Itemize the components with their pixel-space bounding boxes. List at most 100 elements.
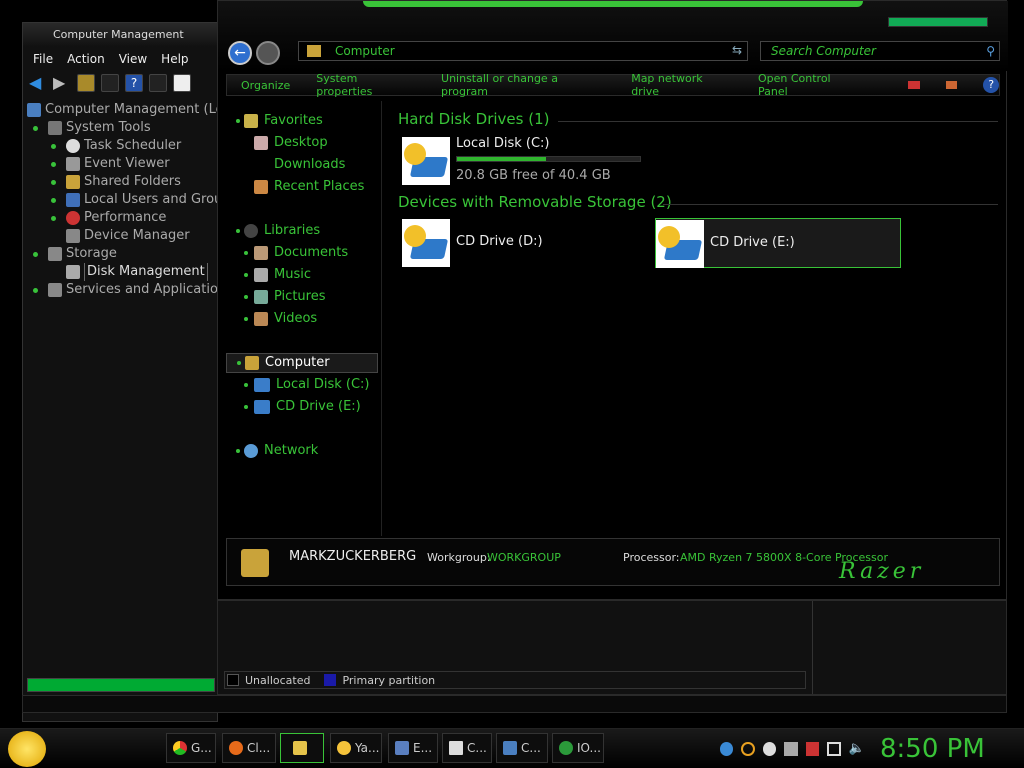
taskbar-item-c2[interactable]: C...: [496, 733, 548, 763]
taskbar-item-explorer[interactable]: [280, 733, 324, 763]
tree-item-disk-management[interactable]: Disk Management: [27, 263, 217, 281]
removable-storage-header: Devices with Removable Storage (2): [398, 193, 672, 211]
nav-recent-places[interactable]: Recent Places: [226, 177, 364, 197]
nav-cd-drive[interactable]: CD Drive (E:): [226, 397, 361, 417]
app-icon: [395, 741, 409, 755]
pictures-icon: [254, 290, 268, 304]
taskbar-item-yahoo[interactable]: Ya...: [330, 733, 382, 763]
map-network-drive-button[interactable]: Map network drive: [631, 72, 732, 98]
search-tray-icon[interactable]: [741, 742, 755, 756]
clock[interactable]: 8:50 PM: [880, 732, 1000, 766]
menu-bar: File Action View Help: [23, 49, 219, 69]
tree-item-local-users[interactable]: Local Users and Grou: [27, 191, 217, 209]
tree-item-shared-folders[interactable]: Shared Folders: [27, 173, 217, 191]
folder-up-icon[interactable]: [77, 74, 95, 92]
nav-local-disk[interactable]: Local Disk (C:): [226, 375, 369, 395]
nav-pictures[interactable]: Pictures: [226, 287, 325, 307]
taskbar-item-c1[interactable]: C...: [442, 733, 492, 763]
uninstall-program-button[interactable]: Uninstall or change a program: [441, 72, 605, 98]
volume-icon[interactable]: 🔈: [849, 742, 865, 756]
refresh-icon[interactable]: ⇆: [732, 43, 748, 59]
back-button[interactable]: ←: [228, 41, 252, 65]
tree-item-computer-management[interactable]: Computer Management (Loc: [27, 101, 217, 119]
workgroup-value: WORKGROUP: [487, 551, 561, 564]
storage-icon: [48, 247, 62, 261]
tree-item-event-viewer[interactable]: Event Viewer: [27, 155, 217, 173]
unknown-tray-icon[interactable]: [784, 742, 798, 756]
event-viewer-icon: [66, 157, 80, 171]
details-pane: MARKZUCKERBERG Workgroup: WORKGROUP Proc…: [226, 538, 1000, 586]
menu-file[interactable]: File: [33, 49, 53, 69]
computer-management-icon: [503, 741, 517, 755]
taskbar-item-chrome[interactable]: G...: [166, 733, 216, 763]
network-icon: [244, 444, 258, 458]
tree-item-task-scheduler[interactable]: Task Scheduler: [27, 137, 217, 155]
taskbar-item-io[interactable]: IO...: [552, 733, 604, 763]
computer-icon: [307, 45, 321, 57]
menu-action[interactable]: Action: [67, 49, 105, 69]
view-options-icon[interactable]: [907, 81, 920, 89]
display-tray-icon[interactable]: [827, 742, 841, 756]
nav-desktop[interactable]: Desktop: [226, 133, 328, 153]
tree-item-storage[interactable]: Storage: [27, 245, 217, 263]
capacity-bar: [456, 156, 641, 162]
menu-help[interactable]: Help: [161, 49, 188, 69]
forward-button[interactable]: [256, 41, 280, 65]
documents-icon: [254, 246, 268, 260]
system-properties-button[interactable]: System properties: [316, 72, 415, 98]
forward-icon[interactable]: ▶: [53, 74, 71, 92]
partition-legend: Unallocated Primary partition: [224, 671, 806, 689]
nav-music[interactable]: Music: [226, 265, 311, 285]
taskbar-item-e[interactable]: E...: [388, 733, 438, 763]
local-disk-c[interactable]: Local Disk (C:) 20.8 GB free of 40.4 GB: [402, 136, 642, 186]
tree-item-system-tools[interactable]: System Tools: [27, 119, 217, 137]
help-icon[interactable]: ?: [125, 74, 143, 92]
export-icon[interactable]: [173, 74, 191, 92]
nav-computer[interactable]: Computer: [226, 353, 378, 373]
horizontal-scrollbar[interactable]: [27, 678, 215, 692]
nav-libraries[interactable]: Libraries: [226, 221, 320, 241]
music-icon: [254, 268, 268, 282]
status-bar: [22, 695, 1007, 713]
window-controls: [888, 17, 988, 27]
taskbar-item-firefox[interactable]: Cl...: [222, 733, 276, 763]
drive-name: Local Disk (C:): [456, 136, 550, 151]
tree-item-performance[interactable]: Performance: [27, 209, 217, 227]
network-tray-icon[interactable]: [720, 742, 734, 756]
start-button[interactable]: [8, 731, 46, 767]
nav-network[interactable]: Network: [226, 441, 318, 461]
nav-favorites[interactable]: Favorites: [226, 111, 323, 131]
open-control-panel-button[interactable]: Open Control Panel: [758, 72, 862, 98]
explorer-window: ← Computer ⇆ Search Computer ⚲ Organize …: [217, 0, 1008, 600]
drive-icon: [402, 137, 450, 185]
cd-drive-d[interactable]: CD Drive (D:): [402, 218, 642, 268]
computer-icon: [245, 356, 259, 370]
console-tree-icon[interactable]: [101, 74, 119, 92]
tree-item-services-applications[interactable]: Services and Applications: [27, 281, 217, 299]
cd-drive-icon: [402, 219, 450, 267]
cd-drive-e[interactable]: CD Drive (E:): [655, 218, 901, 268]
nav-downloads[interactable]: Downloads: [226, 155, 345, 175]
properties-icon[interactable]: [149, 74, 167, 92]
document-icon: [449, 741, 463, 755]
preview-pane-icon[interactable]: [945, 81, 958, 89]
address-bar[interactable]: Computer: [298, 41, 748, 61]
search-input[interactable]: Search Computer ⚲: [760, 41, 1000, 61]
drive-icon: [254, 378, 270, 392]
help-icon[interactable]: ?: [983, 77, 999, 93]
nav-documents[interactable]: Documents: [226, 243, 348, 263]
minus-tray-icon[interactable]: [762, 742, 777, 756]
hard-disk-drives-header: Hard Disk Drives (1): [398, 110, 550, 128]
back-icon[interactable]: ◀: [29, 74, 47, 92]
disk-icon: [66, 265, 80, 279]
tree-item-device-manager[interactable]: Device Manager: [27, 227, 217, 245]
nav-videos[interactable]: Videos: [226, 309, 317, 329]
capacity-bar-fill: [457, 157, 546, 161]
action-center-icon[interactable]: [805, 742, 820, 756]
menu-view[interactable]: View: [119, 49, 147, 69]
videos-icon: [254, 312, 268, 326]
organize-button[interactable]: Organize: [241, 79, 290, 92]
libraries-icon: [244, 224, 258, 238]
computer-name: MARKZUCKERBERG: [289, 549, 417, 564]
shared-folder-icon: [66, 175, 80, 189]
